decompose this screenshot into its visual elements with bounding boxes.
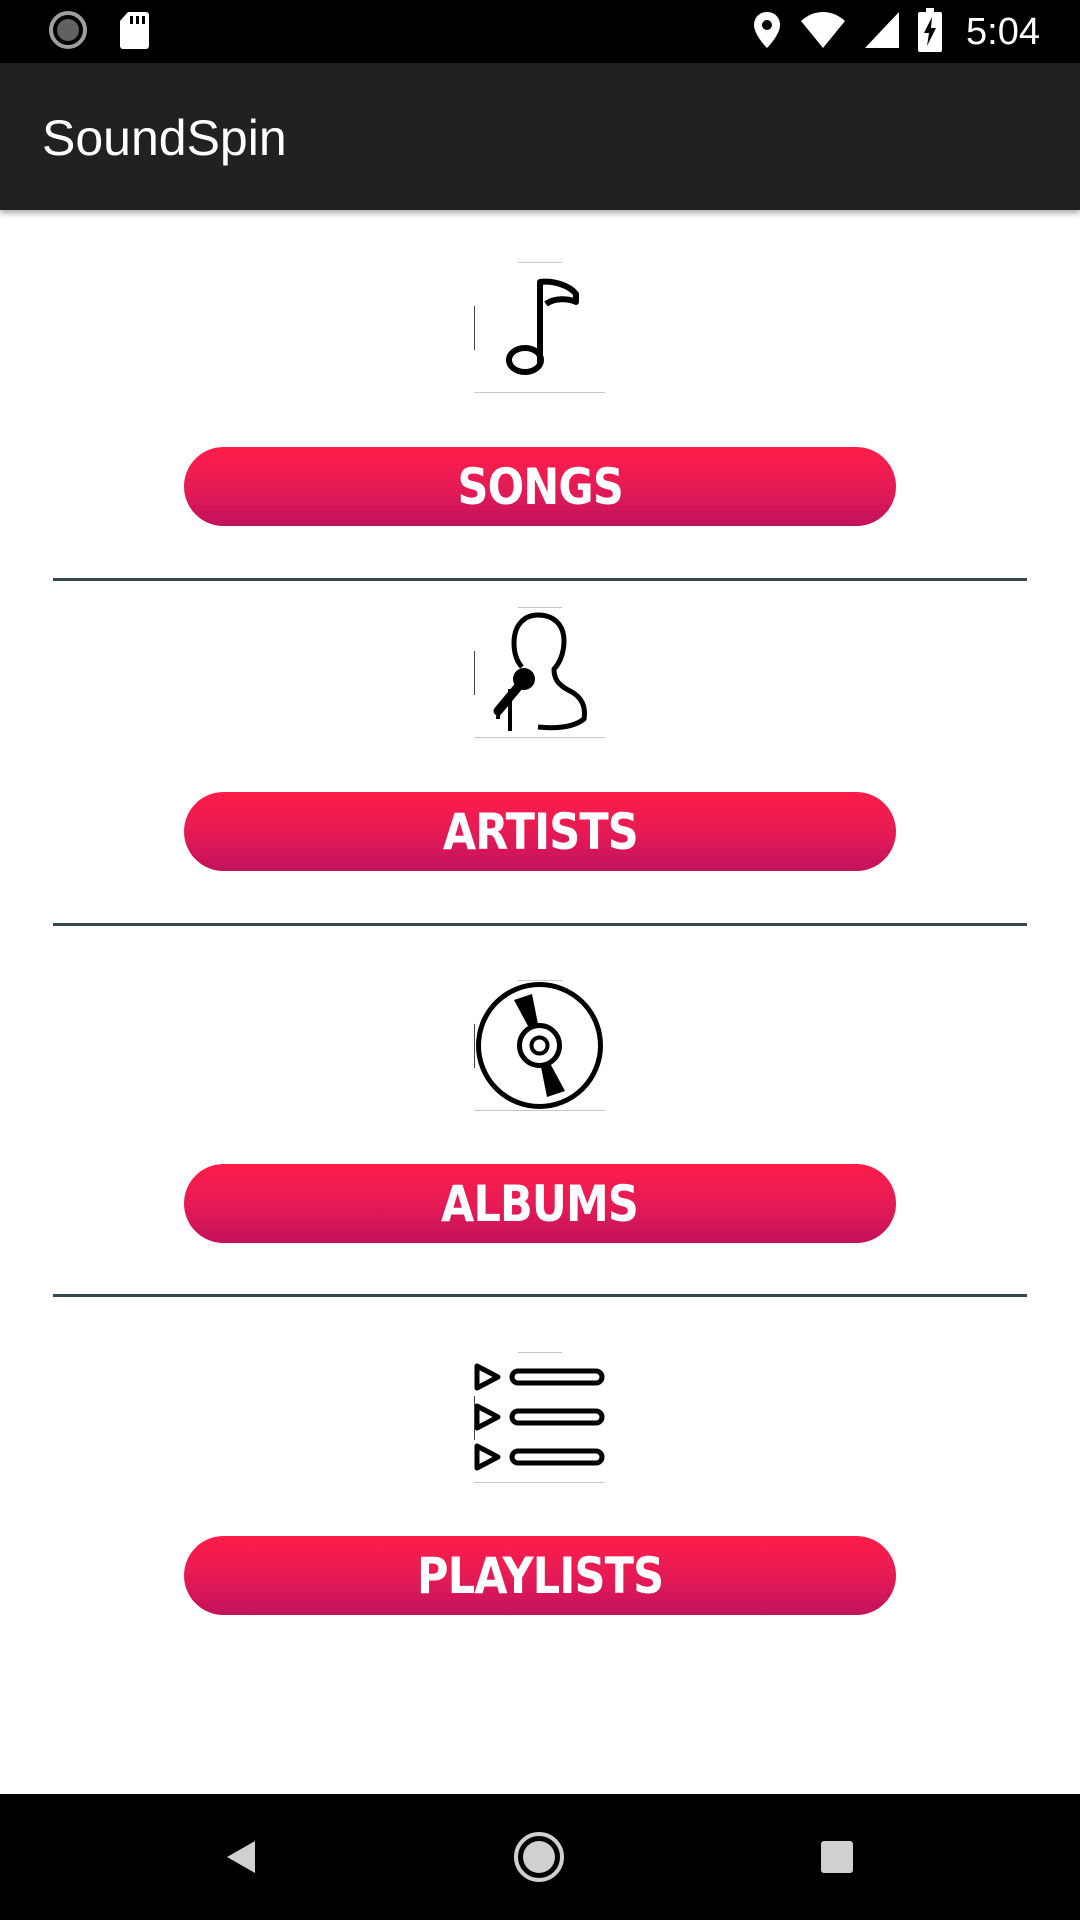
sync-icon: [48, 10, 88, 54]
recents-icon[interactable]: [804, 1824, 870, 1890]
songs-button-label: SONGS: [457, 457, 623, 516]
divider: [53, 578, 1027, 581]
location-icon: [752, 10, 782, 54]
signal-icon: [864, 11, 900, 53]
disc-icon: [474, 980, 605, 1111]
artists-button[interactable]: ARTISTS: [184, 792, 896, 871]
singer-microphone-icon: [474, 607, 605, 738]
back-icon[interactable]: [208, 1824, 274, 1890]
app-bar: SoundSpin: [0, 63, 1080, 210]
status-bar: 5:04: [0, 0, 1080, 63]
playlists-button-label: PLAYLISTS: [416, 1546, 664, 1605]
songs-button[interactable]: SONGS: [184, 447, 896, 526]
divider: [53, 1294, 1027, 1297]
battery-charging-icon: [918, 8, 943, 56]
sd-card-icon: [118, 10, 150, 54]
albums-button-label: ALBUMS: [441, 1174, 640, 1233]
artists-button-label: ARTISTS: [442, 802, 638, 861]
albums-button[interactable]: ALBUMS: [184, 1164, 896, 1243]
navigation-bar: [0, 1794, 1080, 1920]
home-icon[interactable]: [506, 1824, 572, 1890]
status-time: 5:04: [966, 10, 1040, 53]
app-title: SoundSpin: [42, 110, 287, 166]
music-note-icon: [474, 262, 605, 393]
playlists-button[interactable]: PLAYLISTS: [184, 1536, 896, 1615]
playlist-icon: [474, 1352, 605, 1483]
wifi-icon: [800, 11, 846, 53]
divider: [53, 923, 1027, 926]
